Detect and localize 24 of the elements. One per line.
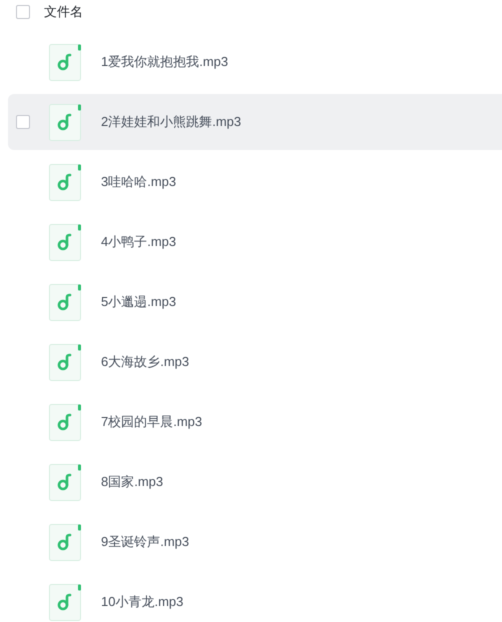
music-file-icon [49,344,82,380]
file-name: 9圣诞铃声.mp3 [101,533,190,552]
music-file-icon [49,404,82,440]
file-name: 6大海故乡.mp3 [101,353,190,372]
music-file-icon [49,584,82,620]
music-file-icon [49,464,82,500]
checkbox[interactable] [16,115,30,129]
column-header[interactable]: 文件名 [44,2,83,22]
file-name: 7校园的早晨.mp3 [101,413,202,432]
music-file-icon [49,164,82,200]
file-name: 4小鸭子.mp3 [101,233,176,252]
file-name: 8国家.mp3 [101,473,164,492]
file-name: 1爱我你就抱抱我.mp3 [101,53,228,72]
file-name: 2洋娃娃和小熊跳舞.mp3 [101,113,242,132]
music-file-icon [49,224,82,260]
file-row[interactable]: 2洋娃娃和小熊跳舞.mp3 [8,94,502,150]
checkbox[interactable] [16,5,30,19]
music-file-icon [49,104,82,140]
file-name: 10小青龙.mp3 [101,593,184,612]
music-file-icon [49,44,82,80]
file-name: 5小邋遢.mp3 [101,293,176,312]
file-name: 3哇哈哈.mp3 [101,173,176,192]
music-file-icon [49,284,82,320]
music-file-icon [49,524,82,560]
